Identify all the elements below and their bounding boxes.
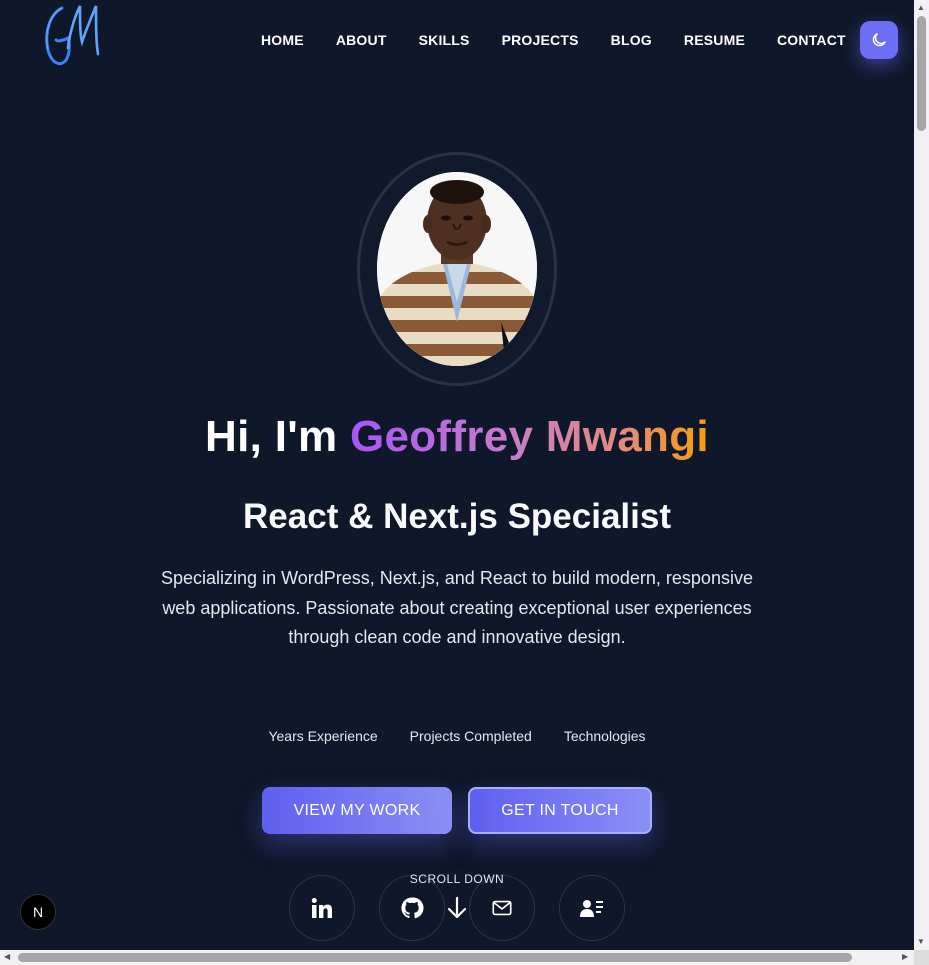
logo-signature-icon	[45, 5, 100, 66]
nav-blog[interactable]: BLOG	[595, 30, 668, 50]
nav-resume[interactable]: RESUME	[668, 30, 761, 50]
profile-photo	[377, 172, 537, 366]
mail-icon	[492, 900, 512, 916]
nextjs-dev-badge[interactable]: N	[20, 894, 56, 930]
scroll-down-label: SCROLL DOWN	[409, 872, 505, 886]
linkedin-icon	[311, 898, 332, 918]
vertical-scrollbar-thumb[interactable]	[917, 16, 926, 131]
hero-role: React & Next.js Specialist	[243, 497, 671, 536]
greeting-text: Hi, I'm	[205, 412, 350, 461]
stats-row: Years Experience Projects Completed Tech…	[0, 728, 914, 744]
get-in-touch-button[interactable]: GET IN TOUCH	[468, 787, 652, 834]
profile-photo-illustration	[377, 172, 537, 366]
nav-contact[interactable]: CONTACT	[761, 30, 862, 50]
view-my-work-button[interactable]: VIEW MY WORK	[262, 787, 452, 834]
hero-description: Specializing in WordPress, Next.js, and …	[161, 568, 753, 647]
scroll-down-icon[interactable]: ▼	[917, 938, 925, 946]
scroll-left-icon[interactable]: ◀	[4, 953, 10, 961]
contact-card-icon	[580, 900, 603, 917]
hero-heading: Hi, I'm Geoffrey Mwangi	[0, 412, 914, 462]
moon-icon	[872, 33, 886, 47]
scroll-up-icon[interactable]: ▲	[917, 4, 925, 12]
stat-years-label: Years Experience	[268, 728, 378, 744]
nav-home[interactable]: HOME	[245, 30, 320, 50]
stat-projects-label: Projects Completed	[409, 728, 532, 744]
site-logo[interactable]	[40, 0, 106, 72]
main-nav: HOME ABOUT SKILLS PROJECTS BLOG RESUME C…	[245, 30, 862, 50]
theme-toggle-button[interactable]	[860, 21, 898, 59]
nav-skills[interactable]: SKILLS	[403, 30, 486, 50]
nav-projects[interactable]: PROJECTS	[486, 30, 595, 50]
horizontal-scrollbar[interactable]: ◀ ▶	[0, 950, 914, 965]
nextjs-badge-label: N	[32, 904, 44, 920]
horizontal-scrollbar-thumb[interactable]	[18, 953, 852, 962]
page-viewport: HOME ABOUT SKILLS PROJECTS BLOG RESUME C…	[0, 0, 914, 950]
github-icon	[401, 897, 424, 919]
scroll-right-icon[interactable]: ▶	[902, 953, 908, 961]
arrow-down-icon[interactable]	[446, 896, 468, 925]
hero-name: Geoffrey Mwangi	[349, 412, 709, 461]
nav-about[interactable]: ABOUT	[320, 30, 403, 50]
stat-technologies-label: Technologies	[563, 728, 646, 744]
scrollbar-corner	[914, 950, 929, 965]
vertical-scrollbar[interactable]: ▲ ▼	[914, 0, 929, 950]
